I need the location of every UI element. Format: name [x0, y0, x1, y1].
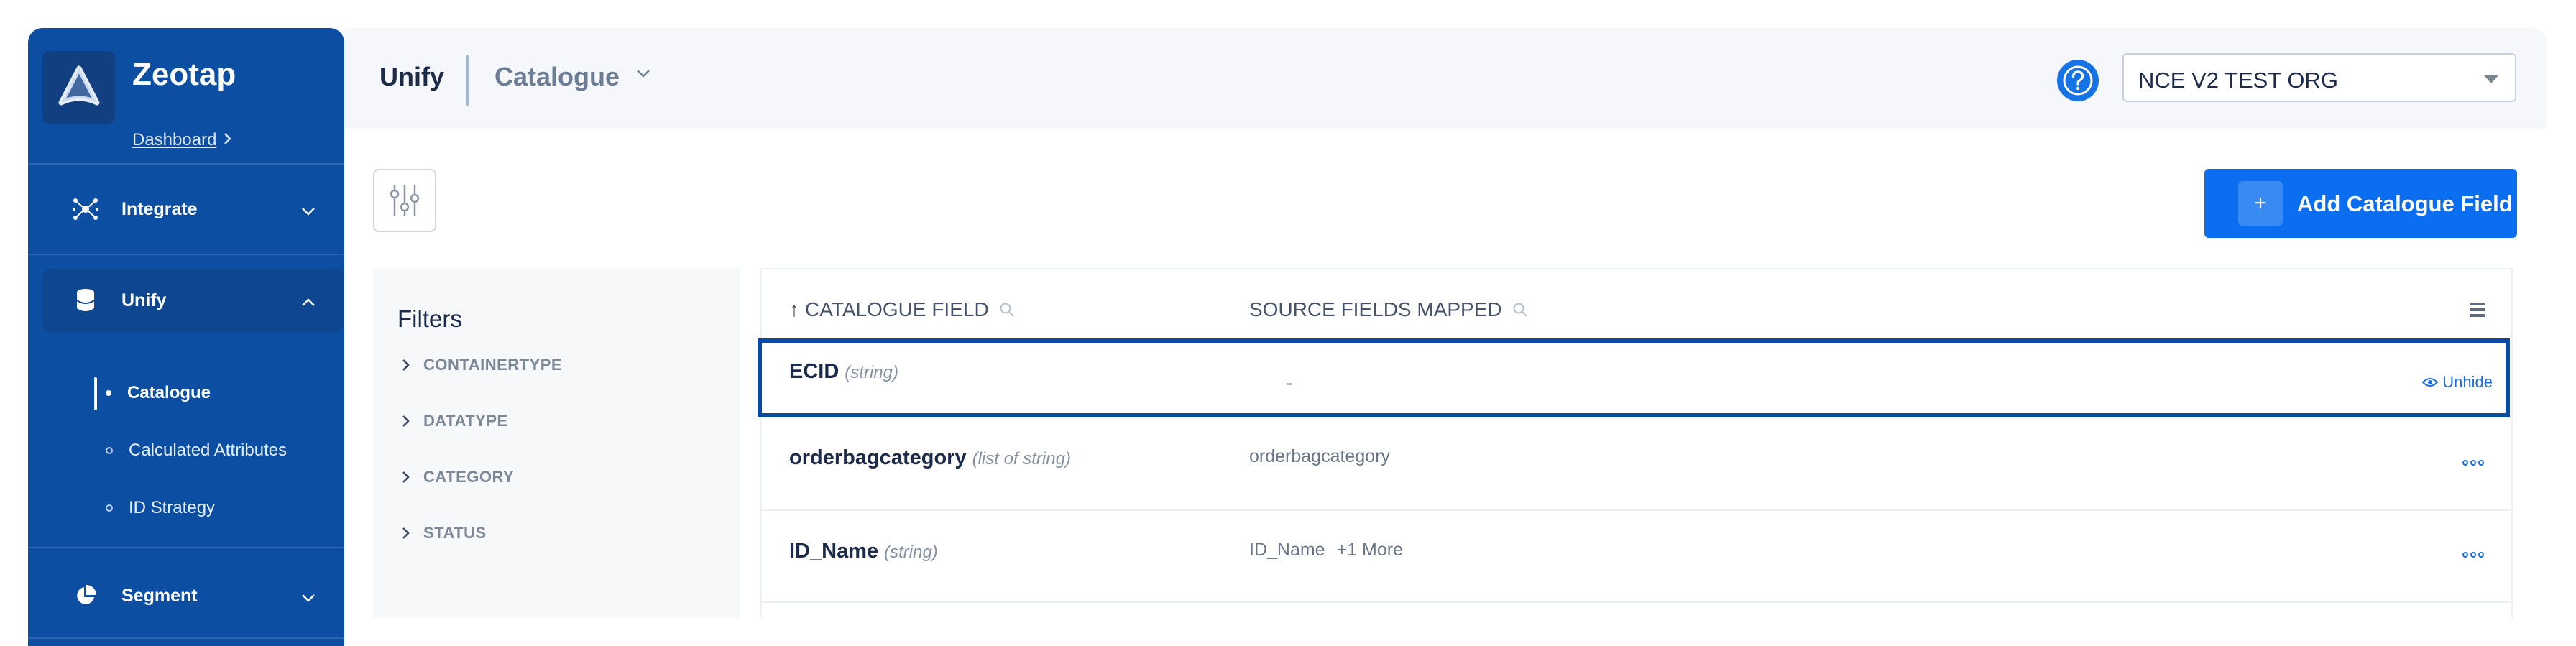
- filters-panel: Filters CONTAINERTYPE DATATYPE CATEGORY …: [373, 268, 740, 618]
- chevron-down-icon[interactable]: [635, 68, 651, 82]
- chevron-down-icon: [301, 587, 316, 608]
- brand: Zeotap Dashboard: [42, 51, 344, 159]
- table-row[interactable]: ECID (string) - Unhide: [758, 338, 2510, 417]
- filter-label: STATUS: [423, 524, 487, 542]
- chevron-right-icon: [224, 130, 232, 150]
- more-options-icon[interactable]: [2462, 548, 2484, 561]
- filters-title: Filters: [397, 305, 462, 332]
- plus-icon: +: [2238, 181, 2283, 226]
- more-options-icon[interactable]: [2462, 456, 2484, 469]
- sidebar-subitem-label: Catalogue: [127, 383, 211, 402]
- column-header-label: SOURCE FIELDS MAPPED: [1249, 298, 1502, 320]
- filter-toggle-button[interactable]: [373, 169, 436, 232]
- organization-select-value: NCE V2 TEST ORG: [2138, 68, 2338, 93]
- catalogue-field-name: ECID (string): [789, 360, 898, 383]
- dashboard-link[interactable]: Dashboard: [132, 130, 232, 150]
- caret-down-icon: [2483, 75, 2499, 83]
- catalogue-table: ↑ CATALOGUE FIELD SOURCE FIELDS MAPPED E…: [758, 268, 2513, 618]
- integrate-icon: [71, 198, 100, 221]
- sidebar-subitem-label: Calculated Attributes: [129, 440, 288, 460]
- chevron-up-icon: [301, 292, 316, 313]
- filter-category[interactable]: CATEGORY: [402, 468, 514, 486]
- database-icon: [71, 288, 100, 313]
- sidebar-subitem-catalogue[interactable]: Catalogue: [106, 383, 211, 403]
- sidebar-subitem-calculated-attributes[interactable]: Calculated Attributes: [106, 440, 287, 461]
- brand-name: Zeotap: [132, 57, 236, 92]
- sidebar-subitem-label: ID Strategy: [129, 498, 216, 517]
- sort-asc-icon[interactable]: ↑: [789, 298, 799, 321]
- search-icon[interactable]: [999, 302, 1015, 318]
- active-indicator: [94, 377, 97, 410]
- sidebar-item-label: Integrate: [121, 198, 198, 219]
- sidebar-item-label: Segment: [121, 585, 198, 606]
- unhide-button[interactable]: Unhide: [2422, 373, 2493, 392]
- search-icon[interactable]: [1512, 302, 1528, 318]
- sliders-icon: [390, 185, 420, 216]
- zeotap-logo-icon: [58, 65, 100, 106]
- bullet-icon: [106, 447, 113, 454]
- sidebar-divider: [28, 637, 344, 639]
- unhide-label: Unhide: [2442, 373, 2493, 391]
- filter-status[interactable]: STATUS: [402, 524, 487, 543]
- dashboard-link-label: Dashboard: [132, 130, 217, 149]
- column-header-label: CATALOGUE FIELD: [805, 298, 989, 320]
- column-header-source-fields[interactable]: SOURCE FIELDS MAPPED: [1249, 298, 1528, 321]
- chevron-right-icon: [402, 471, 410, 483]
- help-icon[interactable]: [2057, 60, 2099, 101]
- page-module-title: Unify: [380, 62, 444, 91]
- table-row[interactable]: orderbagcategory (list of string) orderba…: [762, 417, 2511, 511]
- catalogue-field-type: (string): [884, 543, 938, 562]
- bullet-icon: [106, 504, 113, 512]
- sidebar-item-label: Unify: [121, 290, 167, 310]
- sidebar-item-unify[interactable]: Unify: [42, 269, 344, 332]
- filter-label: CONTAINERTYPE: [423, 356, 563, 374]
- pie-chart-icon: [71, 585, 100, 606]
- catalogue-field-name: orderbagcategory (list of string): [789, 446, 1071, 469]
- source-fields-value: ID_Name +1 More: [1249, 540, 1404, 560]
- source-fields-value: orderbagcategory: [1249, 446, 1390, 466]
- chevron-right-icon: [402, 415, 410, 427]
- sidebar-divider: [28, 547, 344, 548]
- section-dropdown[interactable]: Catalogue: [494, 62, 620, 92]
- source-fields-value: -: [1287, 373, 1293, 393]
- chevron-right-icon: [402, 359, 410, 371]
- add-catalogue-field-label: Add Catalogue Field: [2297, 191, 2513, 216]
- catalogue-field-type: (string): [845, 363, 898, 382]
- more-sources-link[interactable]: +1 More: [1337, 540, 1403, 560]
- catalogue-field-type: (list of string): [972, 449, 1071, 469]
- catalogue-field-name: ID_Name (string): [789, 540, 938, 563]
- header-divider: [466, 55, 469, 106]
- sidebar-divider: [28, 254, 344, 255]
- filter-label: DATATYPE: [423, 412, 508, 430]
- chevron-right-icon: [402, 527, 410, 539]
- top-header: Unify Catalogue NCE V2 TEST ORG: [345, 28, 2547, 129]
- eye-icon: [2422, 378, 2439, 387]
- sidebar-item-integrate[interactable]: Integrate: [42, 177, 344, 241]
- bullet-icon: [106, 390, 111, 396]
- add-catalogue-field-button[interactable]: + Add Catalogue Field: [2204, 169, 2517, 238]
- filter-label: CATEGORY: [423, 468, 515, 486]
- filter-containertype[interactable]: CONTAINERTYPE: [402, 356, 562, 374]
- sidebar: Zeotap Dashboard Integrate Unify Catalog…: [28, 28, 344, 646]
- chevron-down-icon: [301, 200, 316, 221]
- filter-datatype[interactable]: DATATYPE: [402, 412, 508, 430]
- organization-select[interactable]: NCE V2 TEST ORG: [2122, 53, 2516, 102]
- column-header-catalogue-field[interactable]: ↑ CATALOGUE FIELD: [789, 298, 1015, 321]
- sidebar-subitem-id-strategy[interactable]: ID Strategy: [106, 498, 215, 518]
- zeotap-logo[interactable]: [42, 51, 115, 124]
- column-menu-icon[interactable]: [2470, 301, 2485, 322]
- table-row[interactable]: ID_Name (string) ID_Name +1 More: [762, 509, 2511, 603]
- sidebar-divider: [28, 163, 344, 165]
